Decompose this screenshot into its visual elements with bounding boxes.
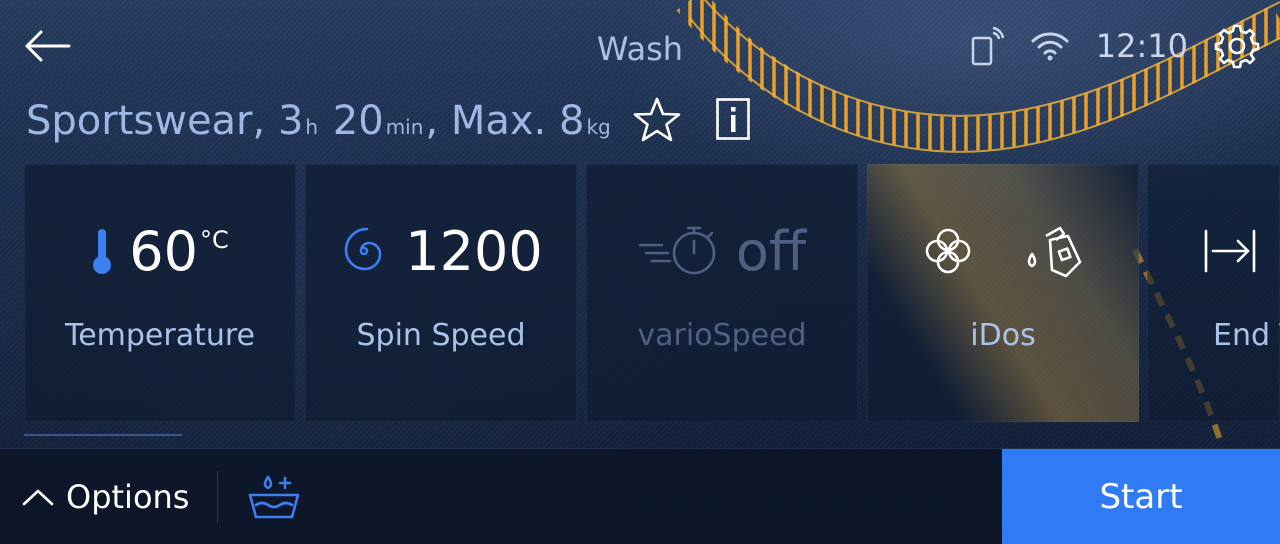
hours-unit: h [305, 115, 319, 139]
detergent-bottle-icon [1027, 226, 1082, 278]
temperature-readout: 60 °C [129, 220, 228, 283]
variospeed-value-group: off [586, 216, 858, 286]
program-name: Sportswear, [26, 98, 266, 144]
rinse-plus-button[interactable] [246, 473, 302, 525]
stopwatch-icon [638, 226, 716, 275]
rinse-plus-icon [248, 475, 300, 519]
settings-button[interactable] [1214, 23, 1260, 69]
end-time-value-group [1147, 216, 1280, 286]
wifi-icon [1031, 32, 1069, 61]
back-button[interactable] [22, 28, 72, 64]
tile-idos[interactable]: iDos [867, 164, 1139, 422]
minutes-unit: min [385, 115, 424, 139]
screen-title: Wash [596, 30, 684, 68]
favorite-button[interactable] [632, 96, 682, 148]
bottom-separator [217, 471, 218, 523]
temperature-unit: °C [199, 225, 229, 254]
chevron-up-icon [22, 489, 54, 506]
temperature-value-group: 60 °C [24, 216, 296, 286]
tile-variospeed[interactable]: off varioSpeed [586, 164, 858, 422]
options-label: Options [66, 478, 190, 516]
idos-label: iDos [970, 318, 1036, 353]
idos-icons [867, 216, 1139, 286]
info-icon [716, 98, 750, 140]
temperature-label: Temperature [64, 318, 256, 353]
remote-control-icon [971, 26, 1004, 66]
spin-speed-label: Spin Speed [356, 318, 526, 353]
program-summary: Sportswear, 3h 20 min, Max. 8 kg [26, 98, 613, 144]
star-icon [633, 97, 681, 142]
gear-icon [1214, 24, 1260, 69]
spin-value-group: 1200 [305, 216, 577, 286]
start-label: Start [1099, 477, 1183, 517]
flower-icon [925, 228, 971, 274]
tile-end-time[interactable]: End T [1147, 164, 1280, 422]
temperature-value: 60 [129, 219, 198, 283]
variospeed-value: off [735, 219, 807, 283]
program-minutes: 20 [332, 98, 384, 144]
end-time-label: End T [1213, 318, 1280, 353]
arrow-left-icon [25, 30, 71, 62]
end-time-icon [1204, 229, 1256, 273]
thermometer-icon [93, 229, 112, 274]
start-button[interactable]: Start [1002, 449, 1280, 544]
tile-temperature[interactable]: 60 °C Temperature [24, 164, 296, 422]
program-hours: 3 [277, 98, 304, 144]
spin-icon [344, 227, 382, 271]
load-unit: kg [586, 115, 611, 139]
info-button[interactable] [716, 98, 750, 140]
status-bar: 12:10 [970, 22, 1260, 70]
option-tiles: 60 °C Temperature 1200 Spin Speed off va… [24, 164, 1280, 422]
options-button[interactable]: Options [22, 449, 189, 544]
tile-scroll-indicator [24, 434, 182, 436]
tile-spin-speed[interactable]: 1200 Spin Speed [305, 164, 577, 422]
load-prefix: , Max. [425, 98, 547, 144]
program-load: 8 [558, 98, 585, 144]
clock: 12:10 [1095, 27, 1188, 65]
bottom-bar: Options Start [0, 448, 1280, 544]
variospeed-label: varioSpeed [637, 318, 807, 353]
spin-speed-value: 1200 [405, 219, 543, 283]
